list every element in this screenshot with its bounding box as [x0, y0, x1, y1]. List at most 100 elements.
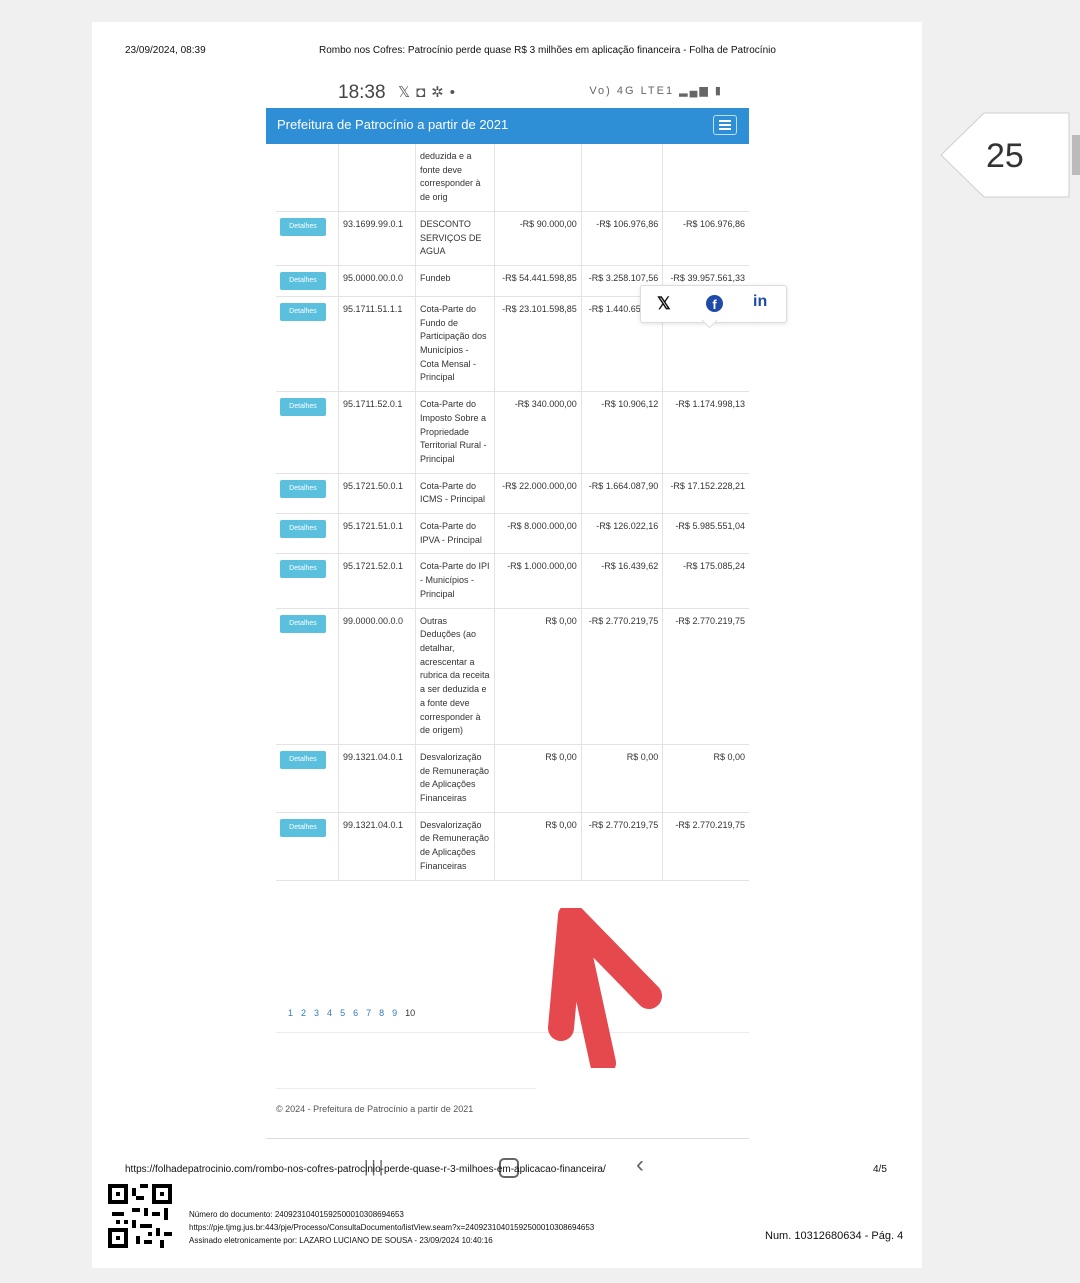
page-link[interactable]: 6	[353, 1008, 358, 1018]
print-date: 23/09/2024, 08:39	[125, 45, 206, 56]
details-cell: Detalhes	[276, 296, 339, 393]
account-description: Fundeb	[415, 265, 495, 297]
status-time: 18:38	[338, 82, 386, 103]
details-button[interactable]: Detalhes	[280, 614, 326, 633]
pagination: 1 2 3 4 5 6 7 8 9 10	[288, 1008, 423, 1018]
details-button[interactable]: Detalhes	[280, 479, 326, 498]
revenue-deductions-table: deduzida e a fonte deve corresponder à d…	[276, 144, 749, 881]
amount-v1: -R$ 90.000,00	[494, 211, 582, 266]
amount-v3: -R$ 175.085,24	[662, 553, 749, 609]
account-code: 95.1711.52.0.1	[338, 391, 416, 474]
doc-link[interactable]: https://pje.tjmg.jus.br:443/pje/Processo…	[189, 1221, 594, 1234]
details-cell	[276, 144, 339, 212]
hamburger-menu-icon[interactable]	[713, 115, 737, 135]
back-icon[interactable]: ‹	[636, 1151, 644, 1179]
amount-v1: -R$ 54.441.598,85	[494, 265, 582, 297]
app-title: Prefeitura de Patrocínio a partir de 202…	[277, 117, 509, 132]
amount-v2: -R$ 2.770.219,75	[581, 812, 664, 881]
account-description: DESCONTO SERVIÇOS DE AGUA	[415, 211, 495, 266]
account-code	[338, 144, 416, 212]
details-button[interactable]: Detalhes	[280, 520, 326, 539]
amount-v2: -R$ 16.439,62	[581, 553, 664, 609]
account-description: Cota-Parte do IPVA - Principal	[415, 513, 495, 555]
page-link[interactable]: 4	[327, 1008, 332, 1018]
red-arrow-annotation	[548, 908, 662, 1068]
details-button[interactable]: Detalhes	[280, 302, 326, 321]
table-row: Detalhes 95.1711.52.0.1 Cota-Parte do Impo…	[276, 391, 749, 474]
page-link[interactable]: 10	[405, 1008, 415, 1018]
account-code: 93.1699.99.0.1	[338, 211, 416, 266]
table-row: Detalhes 99.1321.04.0.1 Desvalorização de …	[276, 812, 749, 881]
page-link[interactable]: 7	[366, 1008, 371, 1018]
amount-v1: -R$ 8.000.000,00	[494, 513, 582, 555]
page-link[interactable]: 1	[288, 1008, 293, 1018]
amount-v3: -R$ 2.770.219,75	[662, 608, 749, 745]
status-bar: 18:38 𝕏◘✲• Vo) 4G LTE1 ▂▄▆ ▮	[266, 80, 749, 108]
scrollbar[interactable]	[1072, 135, 1080, 175]
table-row: deduzida e a fonte deve corresponder à d…	[276, 144, 749, 212]
table-row: Detalhes 99.1321.04.0.1 Desvalorização de …	[276, 744, 749, 813]
amount-v3: -R$ 1.174.998,13	[662, 391, 749, 474]
account-description: Cota-Parte do ICMS - Principal	[415, 473, 495, 515]
divider	[276, 1032, 749, 1033]
app-bar: Prefeitura de Patrocínio a partir de 202…	[266, 108, 749, 144]
facebook-icon[interactable]: f	[706, 295, 723, 312]
details-button[interactable]: Detalhes	[280, 217, 326, 236]
account-code: 99.1321.04.0.1	[338, 744, 416, 813]
details-cell: Detalhes	[276, 812, 339, 881]
page-link[interactable]: 8	[379, 1008, 384, 1018]
page-link[interactable]: 5	[340, 1008, 345, 1018]
amount-v3: -R$ 5.985.551,04	[662, 513, 749, 555]
account-code: 95.1721.52.0.1	[338, 553, 416, 609]
qr-code-icon	[108, 1184, 172, 1248]
amount-v2: -R$ 1.664.087,90	[581, 473, 664, 515]
details-button[interactable]: Detalhes	[280, 750, 326, 769]
account-description: Desvalorização de Remuneração de Aplicaç…	[415, 744, 495, 813]
page-link[interactable]: 9	[392, 1008, 397, 1018]
account-code: 99.1321.04.0.1	[338, 812, 416, 881]
table-row: Detalhes 93.1699.99.0.1 DESCONTO SERVIÇOS …	[276, 211, 749, 266]
details-button[interactable]: Detalhes	[280, 818, 326, 837]
details-cell: Detalhes	[276, 391, 339, 474]
amount-v3: R$ 0,00	[662, 744, 749, 813]
amount-v1	[494, 144, 582, 212]
details-button[interactable]: Detalhes	[280, 560, 326, 579]
page-tag-number: 25	[986, 137, 1024, 175]
amount-v2	[581, 144, 664, 212]
details-button[interactable]: Detalhes	[280, 271, 326, 290]
amount-v1: R$ 0,00	[494, 812, 582, 881]
divider	[276, 1088, 536, 1089]
x-logo-icon[interactable]: 𝕏	[657, 294, 671, 314]
amount-v2: -R$ 2.770.219,75	[581, 608, 664, 745]
page-link[interactable]: 3	[314, 1008, 319, 1018]
amount-v1: -R$ 1.000.000,00	[494, 553, 582, 609]
account-description: Desvalorização de Remuneração de Aplicaç…	[415, 812, 495, 881]
details-button[interactable]: Detalhes	[280, 398, 326, 417]
page-count: 4/5	[873, 1164, 887, 1175]
account-description: Cota-Parte do IPI - Municípios - Princip…	[415, 553, 495, 609]
amount-v2: R$ 0,00	[581, 744, 664, 813]
amount-v3	[662, 144, 749, 212]
details-cell: Detalhes	[276, 513, 339, 555]
phone-screenshot: 18:38 𝕏◘✲• Vo) 4G LTE1 ▂▄▆ ▮ Prefeitura …	[266, 80, 749, 1195]
details-cell: Detalhes	[276, 473, 339, 515]
linkedin-icon[interactable]: in	[753, 293, 767, 311]
amount-v3: -R$ 106.976,86	[662, 211, 749, 266]
table-row: Detalhes 99.0000.00.0.0 Outras Deduções (a…	[276, 608, 749, 745]
account-code: 95.1711.51.1.1	[338, 296, 416, 393]
account-code: 95.1721.50.0.1	[338, 473, 416, 515]
amount-v1: -R$ 340.000,00	[494, 391, 582, 474]
source-url: https://folhadepatrocinio.com/rombo-nos-…	[125, 1164, 606, 1175]
table-row: Detalhes 95.1721.50.0.1 Cota-Parte do ICMS…	[276, 473, 749, 515]
account-code: 95.1721.51.0.1	[338, 513, 416, 555]
amount-v2: -R$ 126.022,16	[581, 513, 664, 555]
details-cell: Detalhes	[276, 211, 339, 266]
details-cell: Detalhes	[276, 553, 339, 609]
page-tag: 25	[940, 112, 1070, 198]
amount-v2: -R$ 106.976,86	[581, 211, 664, 266]
doc-page-number: Num. 10312680634 - Pág. 4	[765, 1230, 904, 1242]
document-page: 23/09/2024, 08:39 Rombo nos Cofres: Patr…	[92, 22, 922, 1268]
page-link[interactable]: 2	[301, 1008, 306, 1018]
signed-by: Assinado eletronicamente por: LAZARO LUC…	[189, 1236, 493, 1245]
details-cell: Detalhes	[276, 744, 339, 813]
